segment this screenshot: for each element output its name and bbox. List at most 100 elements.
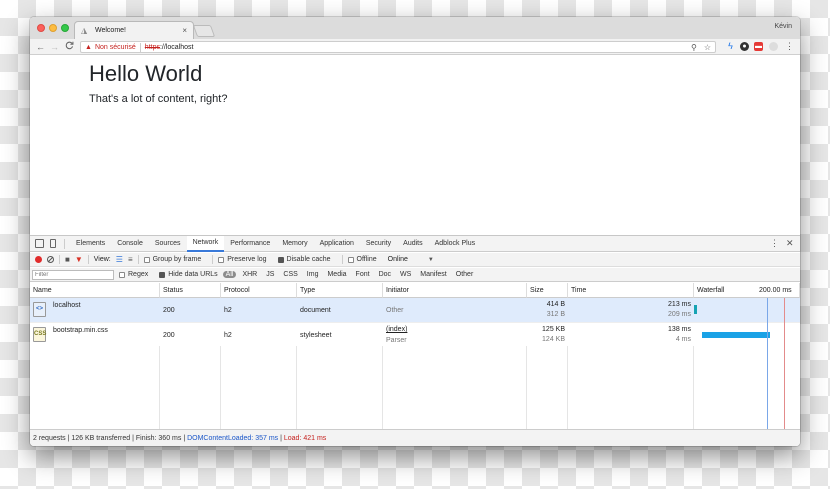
page-heading: Hello World	[89, 61, 203, 86]
divider	[137, 255, 139, 264]
devtools-menu-icon[interactable]: ⋮	[770, 238, 779, 249]
hide-data-urls-option[interactable]: Hide data URLs	[159, 271, 218, 278]
extension-github-icon[interactable]: ●	[740, 42, 749, 51]
throttling-value: Online	[387, 256, 408, 263]
filter-funnel-icon[interactable]: ▼	[75, 255, 83, 264]
regex-checkbox[interactable]	[119, 271, 125, 278]
network-request-table: Name Status Protocol Type Initiator Size Time W…	[30, 283, 800, 429]
filter-type-xhr[interactable]: XHR	[239, 271, 260, 278]
request-time: 138 ms	[668, 326, 691, 333]
column-header-protocol[interactable]: Protocol	[221, 283, 297, 298]
profile-name[interactable]: Kévin	[774, 23, 792, 30]
throttling-select[interactable]: Online ▼	[388, 256, 434, 263]
reload-button[interactable]	[65, 41, 74, 53]
filter-input[interactable]	[32, 269, 114, 280]
record-icon[interactable]	[35, 256, 42, 263]
file-type-icon: CSS	[33, 327, 46, 342]
devtools-close-icon[interactable]: ✕	[786, 238, 794, 249]
extension-circle-icon[interactable]	[769, 42, 778, 51]
divider	[59, 255, 60, 264]
regex-option[interactable]: Regex	[119, 271, 148, 278]
chevron-down-icon: ▼	[427, 257, 434, 263]
column-header-initiator[interactable]: Initiator	[383, 283, 527, 298]
extension-adblock-icon[interactable]: ▬	[754, 42, 763, 51]
page-content: Hello World That's a lot of content, rig…	[30, 56, 800, 235]
offline-label: Offline	[356, 256, 377, 263]
browser-menu-icon[interactable]: ⋮	[785, 41, 794, 52]
zoom-window-button[interactable]	[61, 24, 69, 32]
request-initiator[interactable]: (index)	[386, 326, 407, 333]
view-label: View:	[93, 256, 111, 263]
security-label[interactable]: Non sécurisé	[95, 44, 136, 51]
filter-type-manifest[interactable]: Manifest	[417, 271, 449, 278]
inspect-element-icon[interactable]	[35, 239, 44, 248]
back-button[interactable]: ←	[36, 41, 45, 53]
browser-window: ◮ Welcome! × Kévin ← → ▲ Non sécurisé ht…	[30, 17, 800, 446]
address-bar[interactable]: ▲ Non sécurisé https ://localhost ⚲ ☆	[80, 41, 716, 53]
tab-application[interactable]: Application	[314, 236, 360, 252]
favicon-icon: ◮	[81, 25, 88, 35]
tab-security[interactable]: Security	[360, 236, 397, 252]
request-latency: 209 ms	[668, 311, 691, 318]
waterfall-scale-label: 200.00 ms	[759, 287, 792, 294]
offline-option[interactable]: Offline	[347, 256, 377, 263]
request-protocol: h2	[224, 307, 232, 314]
filter-type-js[interactable]: JS	[263, 271, 277, 278]
tab-console[interactable]: Console	[111, 236, 149, 252]
table-row[interactable]: CSS bootstrap.min.css 200 h2 stylesheet (inde…	[30, 322, 800, 346]
filter-type-css[interactable]: CSS	[280, 271, 300, 278]
filter-type-font[interactable]: Font	[353, 271, 373, 278]
hide-data-urls-checkbox[interactable]	[159, 271, 166, 278]
preserve-log-checkbox[interactable]	[218, 256, 225, 263]
filter-type-ws[interactable]: WS	[397, 271, 414, 278]
new-tab-button[interactable]	[192, 25, 216, 37]
filter-type-all[interactable]: All	[222, 271, 237, 278]
tab-performance[interactable]: Performance	[224, 236, 276, 252]
offline-checkbox[interactable]	[347, 256, 354, 263]
preserve-log-option[interactable]: Preserve log	[218, 256, 267, 263]
tab-audits[interactable]: Audits	[397, 236, 428, 252]
tab-close-icon[interactable]: ×	[182, 26, 187, 35]
browser-tab[interactable]: ◮ Welcome! ×	[74, 21, 194, 39]
column-header-status[interactable]: Status	[160, 283, 221, 298]
waterfall-event-marker	[767, 298, 768, 429]
tab-adblock-plus[interactable]: Adblock Plus	[429, 236, 481, 252]
forward-button[interactable]: →	[50, 41, 59, 53]
tab-elements[interactable]: Elements	[70, 236, 111, 252]
resource-type-filters: All XHR JS CSS Img Media Font Doc WS Manifest Othe…	[222, 271, 477, 278]
column-header-size[interactable]: Size	[527, 283, 568, 298]
column-header-name[interactable]: Name	[30, 283, 160, 298]
tab-memory[interactable]: Memory	[276, 236, 313, 252]
disable-cache-checkbox[interactable]	[277, 256, 284, 263]
request-size: 414 B	[546, 301, 565, 308]
request-resource-size: 312 B	[546, 311, 565, 318]
minimize-window-button[interactable]	[49, 24, 57, 32]
clear-icon[interactable]	[47, 256, 54, 263]
group-by-frame-option[interactable]: Group by frame	[143, 256, 201, 263]
disable-cache-option[interactable]: Disable cache	[277, 256, 331, 263]
filter-type-img[interactable]: Img	[304, 271, 322, 278]
column-header-type[interactable]: Type	[297, 283, 383, 298]
zoom-icon[interactable]: ⚲	[691, 43, 697, 52]
warning-icon: ▲	[85, 43, 92, 51]
bookmark-star-icon[interactable]: ☆	[704, 43, 711, 52]
filter-type-doc[interactable]: Doc	[376, 271, 394, 278]
column-header-time[interactable]: Time	[568, 283, 694, 298]
waterfall-bar[interactable]	[702, 332, 770, 338]
table-row[interactable]: <> localhost 200 h2 document Other 414 B 312 B 2…	[30, 298, 800, 322]
tab-sources[interactable]: Sources	[149, 236, 187, 252]
overview-icon[interactable]: ≡	[128, 255, 133, 264]
waterfall-bar[interactable]	[694, 305, 697, 314]
hide-data-urls-label: Hide data URLs	[168, 271, 218, 278]
extension-bolt-icon[interactable]: ϟ	[726, 42, 735, 51]
device-toolbar-icon[interactable]	[50, 239, 56, 248]
filter-type-media[interactable]: Media	[324, 271, 349, 278]
screenshot-camera-icon[interactable]: ■	[65, 255, 70, 264]
close-window-button[interactable]	[37, 24, 45, 32]
large-rows-icon[interactable]: ☰	[116, 255, 123, 264]
disable-cache-label: Disable cache	[286, 256, 331, 263]
tab-network[interactable]: Network	[186, 236, 225, 252]
group-by-frame-checkbox[interactable]	[143, 256, 150, 263]
summary-text: 2 requests | 126 KB transferred | Finish…	[33, 435, 188, 442]
filter-type-other[interactable]: Other	[453, 271, 477, 278]
